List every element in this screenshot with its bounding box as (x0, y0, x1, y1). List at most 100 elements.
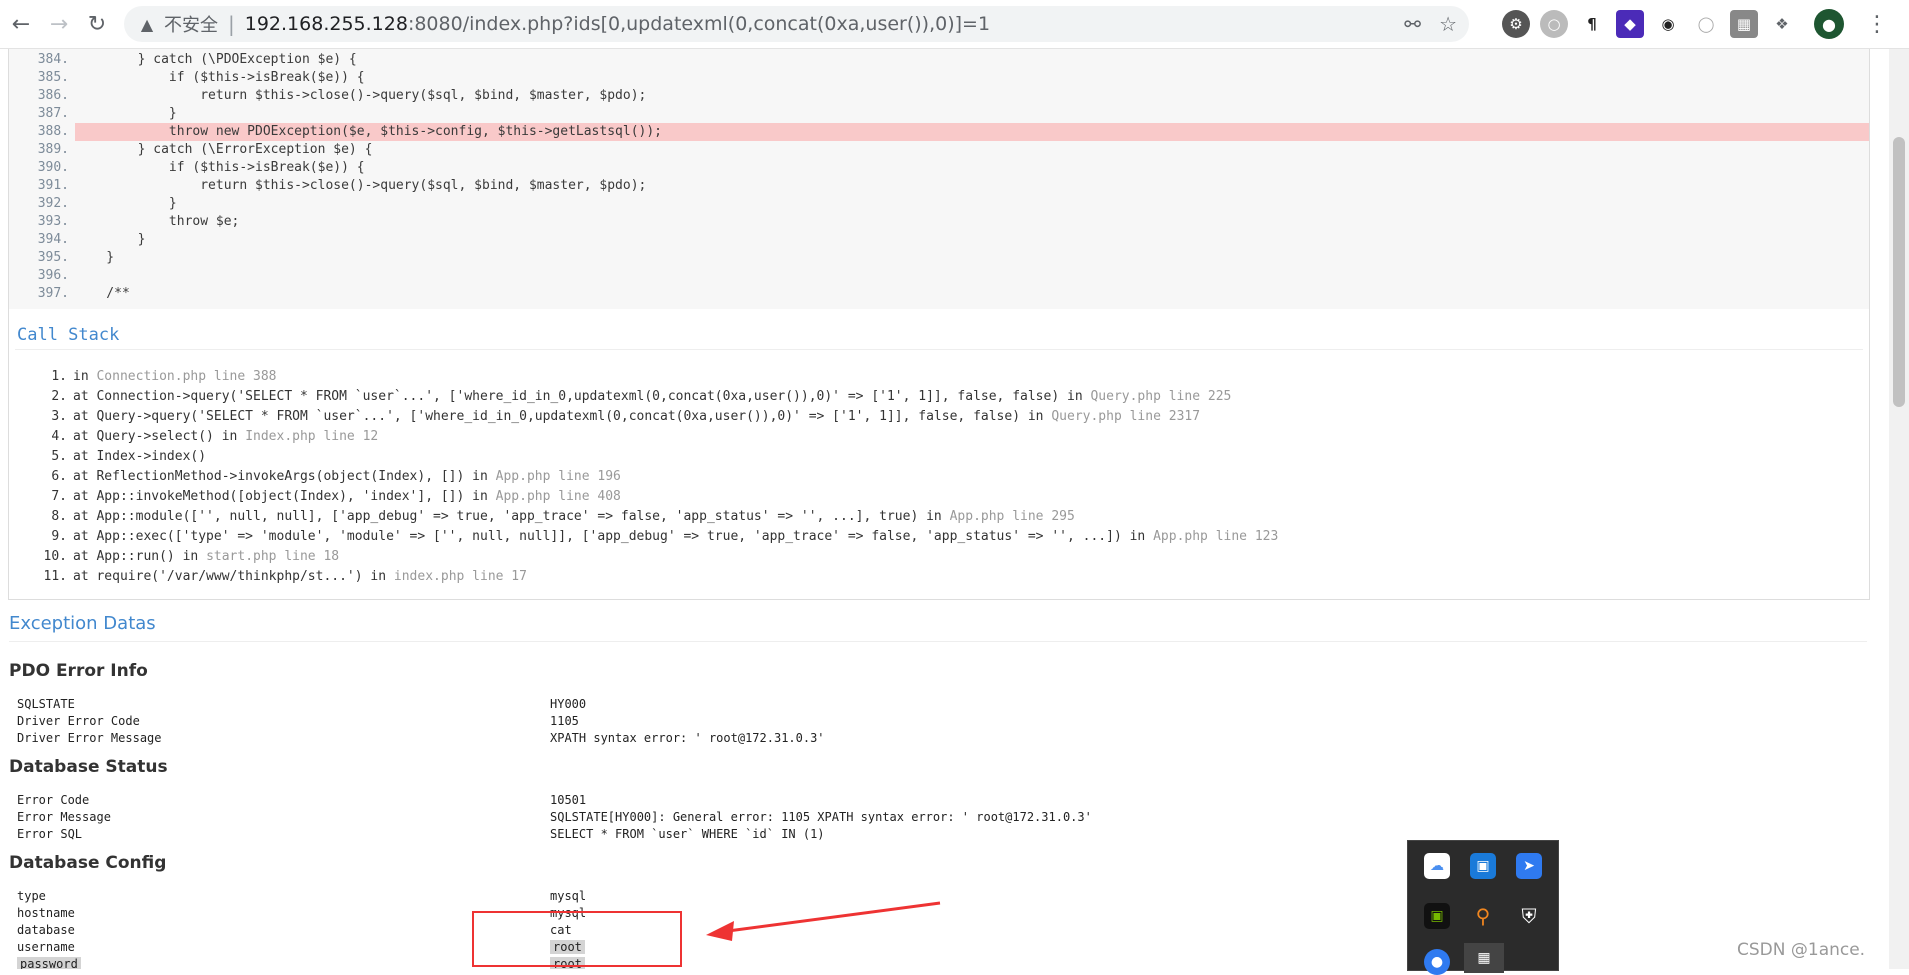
extension-pilcrow-icon[interactable]: ¶ (1578, 10, 1606, 38)
bookmark-star-icon[interactable]: ☆ (1439, 12, 1457, 36)
call-stack-item: 3. at Query->query('SELECT * FROM `user`.… (9, 407, 1859, 427)
data-key: Error Code (17, 792, 89, 809)
zoom-icon[interactable]: ⚯ (1404, 12, 1421, 36)
data-key: Error SQL (17, 826, 82, 843)
call-stack-call: at App::invokeMethod([object(Index), 'in… (73, 489, 496, 504)
address-bar[interactable]: ▲ 不安全 | 192.168.255.128:8080/index.php?i… (124, 6, 1469, 42)
call-stack-item: 11. at require('/var/www/thinkphp/st...')… (9, 567, 1859, 587)
warning-icon[interactable]: ▲ (138, 15, 156, 34)
tray-shield-icon[interactable]: ⛨ (1516, 903, 1542, 929)
call-stack-call: at App::module(['', null, null], ['app_d… (73, 509, 950, 524)
forward-icon[interactable]: → (42, 7, 76, 41)
tray-search-icon[interactable]: ⚲ (1470, 903, 1496, 929)
watermark: CSDN @1ance. (1737, 940, 1866, 960)
data-value-text: SELECT * FROM `user` WHERE `id` IN (1) (550, 827, 825, 841)
extension-cube-icon[interactable]: ◆ (1616, 10, 1644, 38)
code-text: throw new PDOException($e, $this->config… (75, 124, 662, 139)
data-key-text: Error Message (17, 810, 111, 824)
code-line: 393. throw $e; (9, 213, 1869, 231)
data-value: 1105 (550, 713, 579, 730)
data-value-text: SQLSTATE[HY000]: General error: 1105 XPA… (550, 810, 1092, 824)
call-stack-number: 11. (43, 569, 67, 584)
data-value: XPATH syntax error: ' root@172.31.0.3' (550, 730, 825, 747)
data-value-text: HY000 (550, 697, 587, 711)
call-stack-location: App.php line 408 (495, 489, 621, 504)
page-scrollbar[interactable] (1889, 49, 1909, 969)
code-line: 394. } (9, 231, 1869, 249)
menu-kebab-icon[interactable]: ⋮ (1866, 12, 1888, 37)
call-stack-panel: Call Stack 1. in Connection.php line 388 2… (8, 309, 1870, 600)
profile-avatar[interactable]: ● (1814, 9, 1844, 39)
insecure-label[interactable]: 不安全 (164, 11, 218, 37)
data-value-text: XPATH syntax error: ' root@172.31.0.3' (550, 731, 825, 745)
code-line: 384. } catch (\PDOException $e) { (9, 51, 1869, 69)
code-text: } (75, 250, 115, 265)
divider (15, 349, 1863, 350)
data-key-text: Error SQL (17, 827, 83, 841)
extension-window-icon[interactable]: ▦ (1730, 10, 1758, 38)
line-number: 391. (37, 178, 69, 193)
call-stack-text: at require('/var/www/thinkphp/st...') in… (73, 567, 527, 587)
call-stack-title: Call Stack (17, 325, 120, 345)
annotation-highlight-box (472, 911, 682, 967)
database-status-title: Database Status (9, 757, 168, 777)
line-number: 395. (37, 250, 69, 265)
reload-icon[interactable]: ↻ (80, 7, 114, 41)
call-stack-call: at Connection->query('SELECT * FROM `use… (73, 389, 1091, 404)
code-text: return $this->close()->query($sql, $bind… (75, 88, 647, 103)
call-stack-call: at require('/var/www/thinkphp/st...') in (73, 569, 394, 584)
tray-bluetooth-icon[interactable]: ● (1424, 949, 1450, 975)
divider (9, 641, 1867, 642)
annotation-arrow-icon (706, 901, 941, 941)
data-key-text: Error Code (17, 793, 90, 807)
code-text: } catch (\ErrorException $e) { (75, 142, 373, 157)
data-key: Driver Error Message (17, 730, 162, 747)
line-number: 387. (37, 106, 69, 121)
code-text: return $this->close()->query($sql, $bind… (75, 178, 647, 193)
line-number: 384. (37, 52, 69, 67)
call-stack-number: 5. (51, 449, 67, 464)
call-stack-text: at Index->index() (73, 447, 206, 467)
call-stack-call: at Query->query('SELECT * FROM `user`...… (73, 409, 1052, 424)
data-key: database (17, 922, 75, 939)
tray-monitor-icon[interactable]: ▣ (1470, 853, 1496, 879)
data-key: username (17, 939, 75, 956)
scrollbar-thumb[interactable] (1893, 137, 1905, 407)
call-stack-location: Query.php line 2317 (1051, 409, 1201, 424)
call-stack-text: at Connection->query('SELECT * FROM `use… (73, 387, 1231, 407)
call-stack-list: 1. in Connection.php line 388 2. at Connect… (9, 367, 1859, 587)
url-text[interactable]: 192.168.255.128:8080/index.php?ids[0,upd… (245, 13, 990, 35)
data-key: type (17, 888, 46, 905)
call-stack-number: 3. (51, 409, 67, 424)
line-number: 397. (37, 286, 69, 301)
extension-gear-icon[interactable]: ⚙ (1502, 10, 1530, 38)
code-line: 396. (9, 267, 1869, 285)
extension-hat-icon[interactable]: ◉ (1654, 10, 1682, 38)
tray-bird-icon[interactable]: ➤ (1516, 853, 1542, 879)
call-stack-text: at App::exec(['type' => 'module', 'modul… (73, 527, 1278, 547)
data-key-text: SQLSTATE (17, 697, 75, 711)
code-text: } (75, 106, 177, 121)
extension-circle-icon[interactable]: ○ (1540, 10, 1568, 38)
browser-toolbar: ← → ↻ ▲ 不安全 | 192.168.255.128:8080/index… (0, 0, 1909, 49)
call-stack-location: App.php line 295 (949, 509, 1075, 524)
tray-nvidia-icon[interactable]: ▣ (1424, 903, 1450, 929)
system-tray-popup: ☁ ▣ ➤ ▣ ⚲ ⛨ ● ▦ (1407, 840, 1559, 975)
code-line: 392. } (9, 195, 1869, 213)
call-stack-number: 6. (51, 469, 67, 484)
data-value: mysql (550, 888, 586, 905)
data-value-text: 1105 (550, 714, 579, 728)
back-icon[interactable]: ← (4, 7, 38, 41)
line-number: 390. (37, 160, 69, 175)
call-stack-location: start.php line 18 (206, 549, 340, 564)
call-stack-text: at Query->query('SELECT * FROM `user`...… (73, 407, 1200, 427)
tray-cloud-icon[interactable]: ☁ (1424, 853, 1450, 879)
source-code-block: 384. } catch (\PDOException $e) {385. if… (8, 49, 1870, 311)
extension-globe-icon[interactable]: ◯ (1692, 10, 1720, 38)
code-line: 390. if ($this->isBreak($e)) { (9, 159, 1869, 177)
extensions-puzzle-icon[interactable]: ❖ (1768, 10, 1796, 38)
call-stack-number: 1. (51, 369, 67, 384)
code-line: 395. } (9, 249, 1869, 267)
pdo-error-info-title: PDO Error Info (9, 661, 148, 681)
line-number: 388. (37, 124, 69, 139)
